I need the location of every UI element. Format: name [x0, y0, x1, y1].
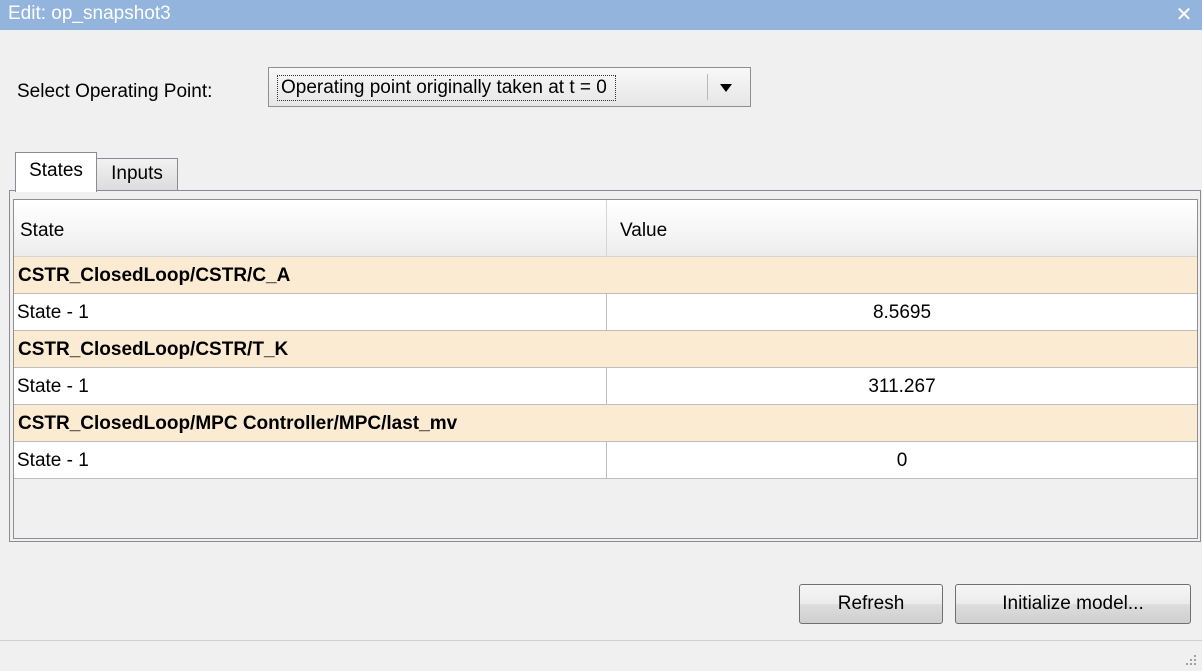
chevron-down-icon[interactable]: [720, 84, 732, 92]
state-cell: State - 1: [17, 450, 89, 471]
table-row[interactable]: State - 1 311.267: [14, 368, 1197, 405]
value-cell[interactable]: 8.5695: [607, 302, 1197, 324]
state-cell: State - 1: [17, 376, 89, 397]
tab-inputs[interactable]: Inputs: [96, 158, 178, 190]
block-path: CSTR_ClosedLoop/CSTR/C_A: [18, 265, 291, 286]
block-path: CSTR_ClosedLoop/MPC Controller/MPC/last_…: [18, 413, 458, 434]
operating-point-dropdown[interactable]: Operating point originally taken at t = …: [268, 67, 751, 107]
column-header-state[interactable]: State: [20, 220, 64, 242]
close-icon[interactable]: ✕: [1172, 2, 1196, 26]
table-row[interactable]: State - 1 0: [14, 442, 1197, 479]
value-cell[interactable]: 311.267: [607, 376, 1197, 398]
resize-grip-icon[interactable]: [1182, 651, 1198, 667]
table-group-row: CSTR_ClosedLoop/MPC Controller/MPC/last_…: [14, 405, 1197, 442]
title-bar[interactable]: Edit: op_snapshot3 ✕: [0, 0, 1202, 30]
table-row[interactable]: State - 1 8.5695: [14, 294, 1197, 331]
operating-point-selected-value: Operating point originally taken at t = …: [277, 75, 616, 101]
initialize-model-button[interactable]: Initialize model...: [955, 584, 1191, 624]
status-bar: [0, 640, 1202, 671]
refresh-button[interactable]: Refresh: [799, 584, 943, 624]
value-cell[interactable]: 0: [607, 450, 1197, 472]
states-table: State Value CSTR_ClosedLoop/CSTR/C_A Sta…: [13, 199, 1198, 539]
table-group-row: CSTR_ClosedLoop/CSTR/C_A: [14, 257, 1197, 294]
dropdown-divider: [707, 74, 708, 100]
column-header-value[interactable]: Value: [620, 220, 667, 242]
tab-states[interactable]: States: [15, 152, 97, 192]
edit-dialog-window: Edit: op_snapshot3 ✕ Select Operating Po…: [0, 0, 1202, 671]
operating-point-label: Select Operating Point:: [17, 81, 213, 102]
state-cell: State - 1: [17, 302, 89, 323]
column-divider[interactable]: [606, 200, 607, 256]
table-group-row: CSTR_ClosedLoop/CSTR/T_K: [14, 331, 1197, 368]
block-path: CSTR_ClosedLoop/CSTR/T_K: [18, 339, 289, 360]
window-title: Edit: op_snapshot3: [8, 3, 171, 24]
table-header: State Value: [14, 200, 1197, 257]
